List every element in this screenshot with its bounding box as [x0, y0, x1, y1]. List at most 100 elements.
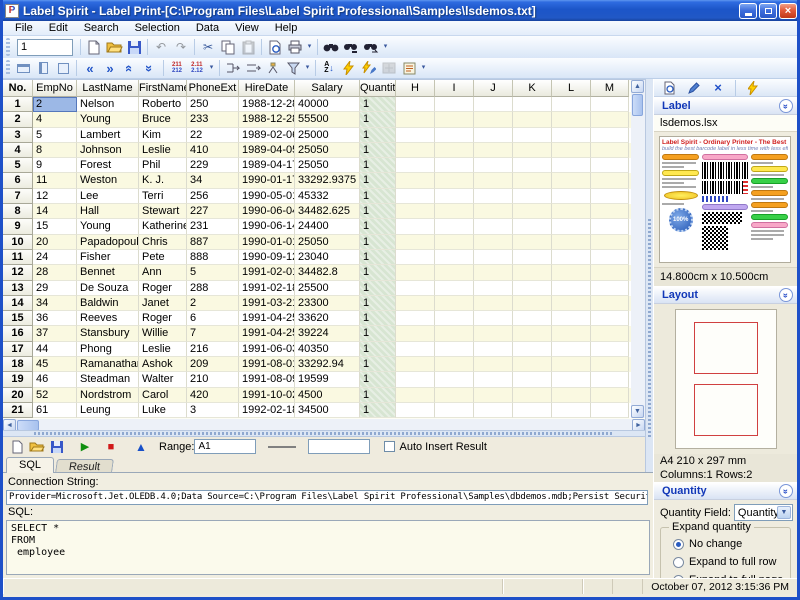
row-number-button[interactable]: 7	[3, 189, 33, 204]
grid-cell[interactable]	[513, 235, 552, 250]
first-record-icon[interactable]: «	[80, 59, 100, 78]
quantity-field-select[interactable]: Quantity ▼	[734, 504, 793, 521]
grid-cell[interactable]	[513, 173, 552, 188]
grid-cell[interactable]	[474, 372, 513, 387]
grid-cell[interactable]	[513, 296, 552, 311]
grid-cell[interactable]	[396, 189, 435, 204]
grid-cell[interactable]	[513, 342, 552, 357]
label-preview-icon[interactable]	[660, 78, 680, 97]
grid-cell[interactable]	[513, 388, 552, 403]
grid-cell[interactable]: 1	[360, 204, 396, 219]
grid-cell[interactable]	[396, 388, 435, 403]
properties-icon[interactable]	[399, 59, 419, 78]
grid-cell[interactable]: 1	[360, 189, 396, 204]
grid-cell[interactable]	[513, 204, 552, 219]
grid-cell[interactable]: 1991-02-01	[239, 265, 295, 280]
connection-string-input[interactable]: Provider=Microsoft.Jet.OLEDB.4.0;Data So…	[6, 490, 648, 505]
grid-cell[interactable]: 28	[33, 265, 77, 280]
grid-cell[interactable]: 1	[360, 296, 396, 311]
grid-cell[interactable]: 1988-12-28	[239, 97, 295, 112]
grid-cell[interactable]	[435, 173, 474, 188]
grid-cell[interactable]: 1	[360, 173, 396, 188]
toolbar-overflow-icon[interactable]: ▾	[381, 45, 390, 49]
row-number-button[interactable]: 6	[3, 173, 33, 188]
grid-cell[interactable]: Katherine	[139, 219, 187, 234]
grid-cell[interactable]	[513, 311, 552, 326]
grid-cell[interactable]	[396, 296, 435, 311]
grid-cell[interactable]: Phil	[139, 158, 187, 173]
column-header[interactable]: I	[435, 80, 474, 97]
grid-cell[interactable]	[591, 173, 629, 188]
radio-icon[interactable]	[673, 557, 684, 568]
delete-row-icon[interactable]: 2.112.12	[187, 59, 207, 78]
grid-cell[interactable]: Stansbury	[77, 326, 139, 341]
grid-cell[interactable]: 19599	[295, 372, 360, 387]
radio-no-change[interactable]: No change	[673, 538, 784, 550]
find-next-icon[interactable]	[341, 38, 361, 57]
grid-cell[interactable]	[513, 265, 552, 280]
grid-cell[interactable]	[591, 97, 629, 112]
record-number-input[interactable]: 1	[17, 39, 73, 56]
run-query-icon[interactable]: ▶	[75, 438, 95, 455]
grid-cell[interactable]: 25000	[295, 128, 360, 143]
horizontal-splitter[interactable]	[3, 430, 645, 437]
undo-icon[interactable]: ↶	[151, 38, 171, 57]
minimize-button[interactable]	[739, 3, 757, 19]
next-record-icon[interactable]: »	[140, 59, 160, 78]
grid-cell[interactable]	[591, 112, 629, 127]
grid-cell[interactable]: 34500	[295, 403, 360, 418]
sql-open-icon[interactable]	[27, 438, 47, 455]
column-header[interactable]: K	[513, 80, 552, 97]
sql-save-icon[interactable]	[47, 438, 67, 455]
grid-cell[interactable]	[552, 128, 591, 143]
grid-cell[interactable]	[591, 265, 629, 280]
column-header[interactable]: H	[396, 80, 435, 97]
grid-cell[interactable]	[552, 112, 591, 127]
grid-cell[interactable]	[435, 311, 474, 326]
grid-cell[interactable]: 45332	[295, 189, 360, 204]
grid-cell[interactable]: 34482.625	[295, 204, 360, 219]
grid-cell[interactable]	[435, 158, 474, 173]
grid-cell[interactable]: Roger	[139, 281, 187, 296]
grid-cell[interactable]: 11	[33, 173, 77, 188]
row-number-button[interactable]: 3	[3, 128, 33, 143]
grid-cell[interactable]	[396, 143, 435, 158]
grid-cell[interactable]: 1991-02-18	[239, 281, 295, 296]
grid-cell[interactable]	[474, 326, 513, 341]
grid-cell[interactable]: 1	[360, 250, 396, 265]
toolbar-overflow-icon[interactable]: ▾	[305, 45, 314, 49]
grid-cell[interactable]: 209	[187, 357, 239, 372]
grid-cell[interactable]: Chris	[139, 235, 187, 250]
new-icon[interactable]	[84, 38, 104, 57]
row-number-button[interactable]: 16	[3, 326, 33, 341]
grid-cell[interactable]	[591, 219, 629, 234]
grid-cell[interactable]	[552, 219, 591, 234]
grid-cell[interactable]: 210	[187, 372, 239, 387]
grid-cell[interactable]	[435, 189, 474, 204]
row-number-button[interactable]: 14	[3, 296, 33, 311]
grid-cell[interactable]	[513, 112, 552, 127]
cut-icon[interactable]: ✂	[198, 38, 218, 57]
grid-cell[interactable]: Nelson	[77, 97, 139, 112]
grid-cell[interactable]: 1990-01-01	[239, 235, 295, 250]
grid-cell[interactable]: 1	[360, 388, 396, 403]
grid-cell[interactable]: Terri	[139, 189, 187, 204]
grid-cell[interactable]: Pete	[139, 250, 187, 265]
grid-cell[interactable]: Willie	[139, 326, 187, 341]
grid-cell[interactable]	[435, 250, 474, 265]
grid-cell[interactable]: Ramanathan	[77, 357, 139, 372]
grid-cell[interactable]: 216	[187, 342, 239, 357]
grid-cell[interactable]	[474, 250, 513, 265]
grid-cell[interactable]	[474, 403, 513, 418]
grid-cell[interactable]: Forest	[77, 158, 139, 173]
grid-cell[interactable]	[552, 388, 591, 403]
grid-cell[interactable]: 1	[360, 235, 396, 250]
grid-cell[interactable]: 3	[187, 403, 239, 418]
grid-cell[interactable]	[513, 143, 552, 158]
grid-cell[interactable]: 23040	[295, 250, 360, 265]
row-number-button[interactable]: 13	[3, 281, 33, 296]
grid-cell[interactable]: Kim	[139, 128, 187, 143]
find-icon[interactable]	[321, 38, 341, 57]
grid-cell[interactable]: 1	[360, 357, 396, 372]
grid-cell[interactable]	[513, 281, 552, 296]
